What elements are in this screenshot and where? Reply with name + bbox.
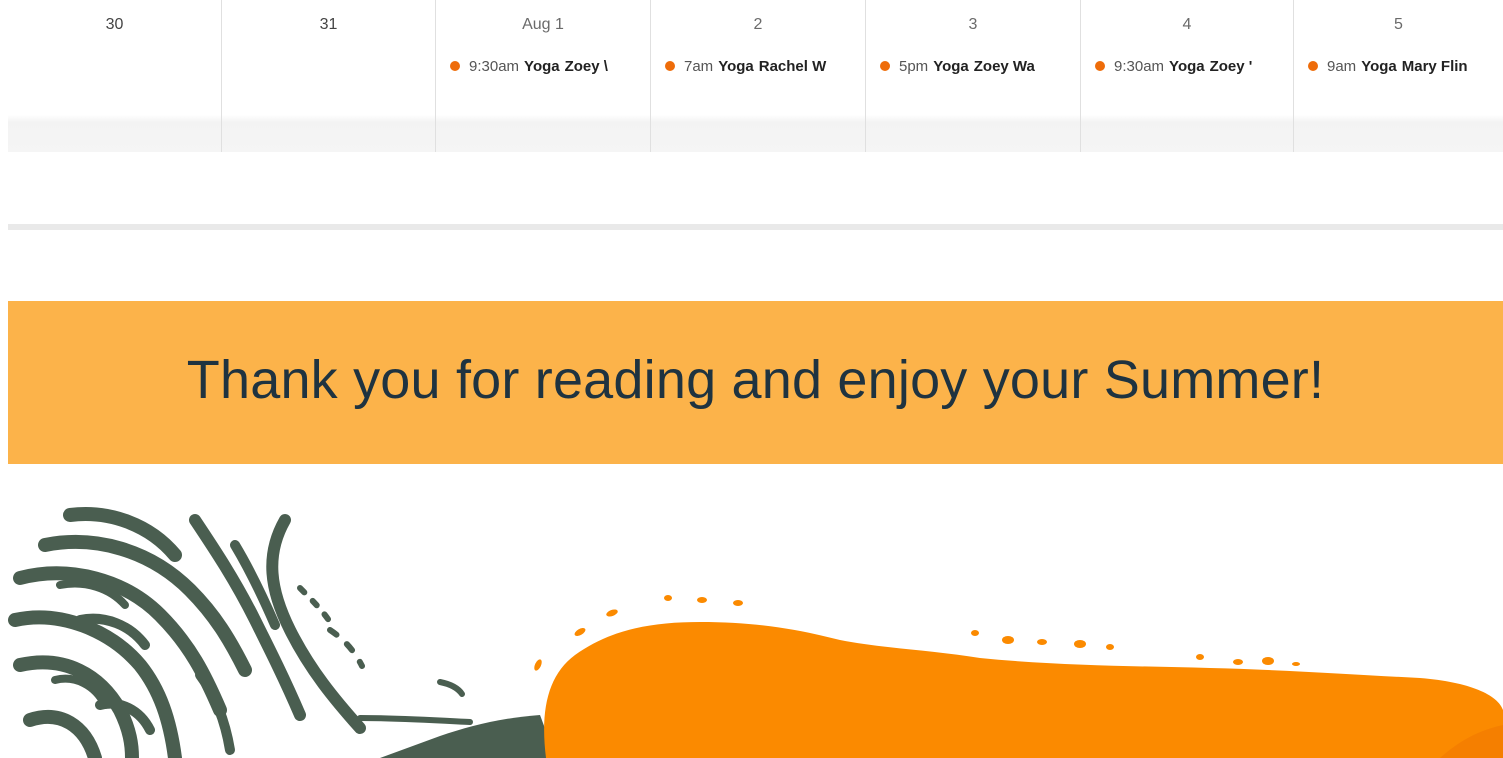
- calendar-day-cell[interactable]: 30: [8, 0, 222, 152]
- wave-pattern-icon: [8, 507, 473, 758]
- section-divider: [8, 224, 1503, 230]
- event-dot-icon: [665, 61, 675, 71]
- calendar-day-cell[interactable]: 4 9:30am Yoga Zoey ': [1081, 0, 1294, 152]
- day-number: 30: [105, 16, 124, 33]
- event-time: 5pm: [899, 57, 929, 75]
- summer-illustration: [8, 507, 1503, 758]
- event-title: Yoga: [933, 57, 969, 75]
- calendar-event[interactable]: 7am Yoga Rachel W: [665, 55, 865, 77]
- event-instructor: Zoey Wa: [973, 57, 1035, 75]
- calendar-week-strip: 30 31 Aug 1 9:30am Yoga Zoey \ 2 7am Yog…: [8, 0, 1503, 152]
- event-dot-icon: [1308, 61, 1318, 71]
- calendar-day-cell[interactable]: 31: [222, 0, 436, 152]
- event-instructor: Mary Flin: [1401, 57, 1468, 75]
- event-dot-icon: [880, 61, 890, 71]
- event-instructor: Zoey \: [564, 57, 608, 75]
- calendar-day-cell[interactable]: Aug 1 9:30am Yoga Zoey \: [436, 0, 651, 152]
- thank-you-banner: Thank you for reading and enjoy your Sum…: [8, 301, 1503, 464]
- event-title: Yoga: [718, 57, 754, 75]
- calendar-event[interactable]: 9:30am Yoga Zoey ': [1095, 55, 1293, 77]
- day-number: 5: [1394, 16, 1403, 33]
- calendar-day-cell[interactable]: 3 5pm Yoga Zoey Wa: [866, 0, 1081, 152]
- calendar-event[interactable]: 9am Yoga Mary Flin: [1308, 55, 1503, 77]
- event-dot-icon: [450, 61, 460, 71]
- event-time: 9:30am: [1114, 57, 1165, 75]
- day-number: 3: [968, 16, 978, 33]
- calendar-event[interactable]: 9:30am Yoga Zoey \: [450, 55, 650, 77]
- event-title: Yoga: [1169, 57, 1205, 75]
- sun-hill-icon: [544, 622, 1503, 758]
- calendar-day-cell[interactable]: 2 7am Yoga Rachel W: [651, 0, 866, 152]
- event-instructor: Zoey ': [1209, 57, 1253, 75]
- calendar-event[interactable]: 5pm Yoga Zoey Wa: [880, 55, 1080, 77]
- event-dot-icon: [1095, 61, 1105, 71]
- day-number: 2: [753, 16, 763, 33]
- calendar-day-cell[interactable]: 5 9am Yoga Mary Flin: [1294, 0, 1503, 152]
- event-time: 7am: [684, 57, 714, 75]
- event-time: 9:30am: [469, 57, 520, 75]
- day-number: Aug 1: [522, 16, 564, 33]
- event-instructor: Rachel W: [758, 57, 827, 75]
- banner-text: Thank you for reading and enjoy your Sum…: [186, 349, 1325, 410]
- day-number: 31: [319, 16, 338, 33]
- event-title: Yoga: [524, 57, 560, 75]
- event-time: 9am: [1327, 57, 1357, 75]
- event-title: Yoga: [1361, 57, 1397, 75]
- day-number: 4: [1182, 16, 1192, 33]
